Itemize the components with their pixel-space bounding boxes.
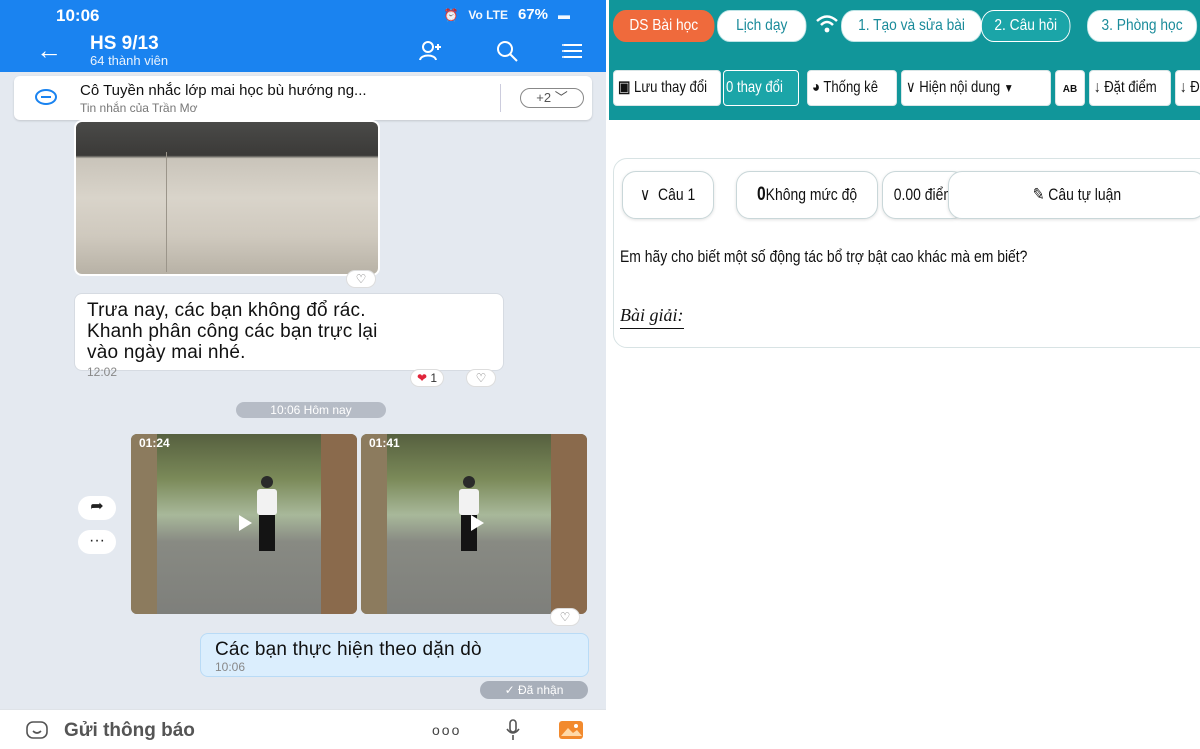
question-collapse-toggle[interactable]: ∨ Câu 1 [622, 171, 714, 219]
back-arrow-icon[interactable]: ← [36, 36, 62, 64]
split-screenshot: 10:06 ⏰ Vo LTE 67% ▬ ← HS 9/13 64 thành … [0, 0, 1200, 749]
message-time: 10:06 [215, 660, 246, 674]
status-time: 10:06 [56, 6, 100, 25]
difficulty-selector[interactable]: 0Không mức độ [736, 171, 878, 219]
message-line: vào ngày mai nhé. [87, 342, 246, 363]
video-subject [257, 476, 277, 551]
delivery-status: ✓ Đã nhận [480, 681, 588, 699]
question-number: Câu 1 [658, 185, 696, 204]
member-count: 64 thành viên [90, 53, 169, 68]
pinned-expand-button[interactable]: +2 ﹀ [520, 88, 584, 108]
share-icon[interactable]: ➦ [78, 496, 116, 520]
menu-icon[interactable] [560, 38, 586, 64]
spellcheck-button[interactable]: AB [1055, 70, 1085, 106]
photo-image[interactable] [76, 122, 378, 274]
show-content-label: Hiện nội dung [919, 79, 1001, 96]
tab-lesson-list[interactable]: DS Bài học [613, 10, 715, 42]
arrow-down-icon: ↓ [1180, 79, 1187, 96]
question-text-content: Em hãy cho biết một số động tác bổ trợ b… [620, 247, 1028, 266]
edit-icon: ✎ [1032, 185, 1045, 204]
group-title: HS 9/13 [90, 33, 159, 54]
video-duration: 01:41 [369, 436, 400, 450]
photo-message[interactable] [74, 120, 380, 276]
pinned-title: Cô Tuyền nhắc lớp mai học bù hướng ng... [80, 82, 367, 99]
message-text: Các bạn thực hiện theo dặn dò [215, 639, 482, 660]
question-type-label: Câu tự luận [1048, 185, 1122, 204]
question-type-selector[interactable]: ✎ Câu tự luận [948, 171, 1200, 219]
heart-icon[interactable]: ♡ [346, 270, 376, 288]
compose-input[interactable]: Gửi thông báo [64, 720, 195, 742]
sent-message-bubble[interactable]: Các bạn thực hiện theo dặn dò 10:06 [200, 633, 589, 677]
video-duration: 01:24 [139, 436, 170, 450]
divider [500, 84, 501, 112]
alarm-icon: ⏰ [443, 7, 459, 22]
message-bubble[interactable]: Trưa nay, các bạn không đổ rác. Khanh ph… [74, 293, 504, 379]
status-bar: 10:06 ⏰ Vo LTE 67% ▬ [0, 0, 606, 30]
lms-panel: DS Bài học Lịch dạy 1. Tạo và sửa bài 2.… [609, 0, 1200, 749]
tab-questions[interactable]: 2. Câu hỏi [981, 10, 1071, 42]
spellcheck-icon: AB [1062, 84, 1078, 95]
change-count: 0 thay đổi [723, 70, 799, 106]
more-options-icon[interactable]: ··· [78, 530, 116, 554]
message-text: Trưa nay, các bạn không đổ rác. Khanh ph… [87, 300, 491, 363]
heart-icon[interactable]: ♡ [550, 608, 580, 626]
reaction-count: 1 [430, 371, 438, 385]
day-separator: 10:06 Hôm nay [236, 402, 386, 418]
message-line: Trưa nay, các bạn không đổ rác. [87, 300, 366, 321]
tab-bar: DS Bài học Lịch dạy 1. Tạo và sửa bài 2.… [609, 0, 1200, 60]
arrow-down-icon: ↓ [1094, 79, 1101, 96]
microphone-icon[interactable] [504, 718, 522, 742]
show-content-dropdown[interactable]: ∨ Hiện nội dung ▼ [901, 70, 1051, 106]
status-indicators: ⏰ Vo LTE 67% ▬ [443, 6, 570, 23]
set-score-button[interactable]: ↓ Đặt điểm [1089, 70, 1171, 106]
chat-panel: 10:06 ⏰ Vo LTE 67% ▬ ← HS 9/13 64 thành … [0, 0, 606, 749]
toolbar: ▣ Lưu thay đổi 0 thay đổi ◕ Thống kê ∨ H… [609, 60, 1200, 120]
battery-icon: ▬ [558, 7, 570, 22]
pie-chart-icon: ◕ [812, 79, 820, 96]
play-icon[interactable] [233, 512, 255, 534]
caret-down-icon: ▼ [1003, 81, 1014, 95]
message-line: Khanh phân công các bạn trực lại [87, 321, 378, 342]
pinned-message[interactable]: Cô Tuyền nhắc lớp mai học bù hướng ng...… [14, 76, 592, 120]
difficulty-label: Không mức độ [765, 185, 858, 204]
play-icon[interactable] [465, 512, 487, 534]
add-member-icon[interactable] [418, 38, 444, 64]
sticker-icon[interactable] [26, 721, 48, 739]
next-toolbar-label: Đ [1190, 79, 1200, 96]
search-icon[interactable] [494, 38, 520, 64]
score-value: 0.00 điểm [893, 185, 955, 204]
chat-header: ← HS 9/13 64 thành viên [0, 30, 606, 72]
solution-label: Bài giải: [620, 305, 684, 329]
heart-icon[interactable]: ♡ [466, 369, 496, 387]
signal-icon: Vo LTE [468, 7, 508, 22]
chevron-down-icon: ∨ [640, 185, 651, 204]
difficulty-number: 0 [756, 184, 766, 205]
tab-schedule[interactable]: Lịch dạy [717, 10, 807, 42]
tab-classroom[interactable]: 3. Phòng học [1087, 10, 1198, 42]
chat-bubble-icon [35, 89, 57, 105]
heart-filled-icon: ❤ [417, 371, 428, 385]
question-card: ∨ Câu 1 0Không mức độ 0.00 điểm ✎ Câu tự… [613, 158, 1200, 348]
save-label: Lưu thay đổi [634, 79, 708, 96]
video-thumbnail[interactable]: 01:41 [361, 434, 587, 614]
save-icon: ▣ [618, 79, 631, 96]
pinned-author: Tin nhắn của Trần Mơ [80, 101, 198, 115]
compose-bar: Gửi thông báo ooo [0, 709, 606, 749]
wifi-icon [816, 15, 838, 33]
more-dots-icon[interactable]: ooo [432, 722, 461, 738]
tab-create-edit[interactable]: 1. Tạo và sửa bài [841, 10, 983, 42]
image-picker-icon[interactable] [558, 720, 584, 740]
video-thumbnail[interactable]: 01:24 [131, 434, 357, 614]
reaction-badge[interactable]: ❤ 1 [410, 369, 445, 387]
question-text: Em hãy cho biết một số động tác bổ trợ b… [620, 247, 1117, 267]
next-toolbar-button[interactable]: ↓ Đ [1175, 70, 1200, 106]
chevron-down-icon: ∨ [906, 79, 916, 96]
set-score-label: Đặt điểm [1104, 79, 1157, 96]
change-count-label: 0 thay đổi [726, 79, 784, 96]
save-button[interactable]: ▣ Lưu thay đổi [613, 70, 721, 106]
battery-percent: 67% [517, 6, 548, 23]
stats-label: Thống kê [823, 79, 879, 96]
stats-button[interactable]: ◕ Thống kê [807, 70, 897, 106]
